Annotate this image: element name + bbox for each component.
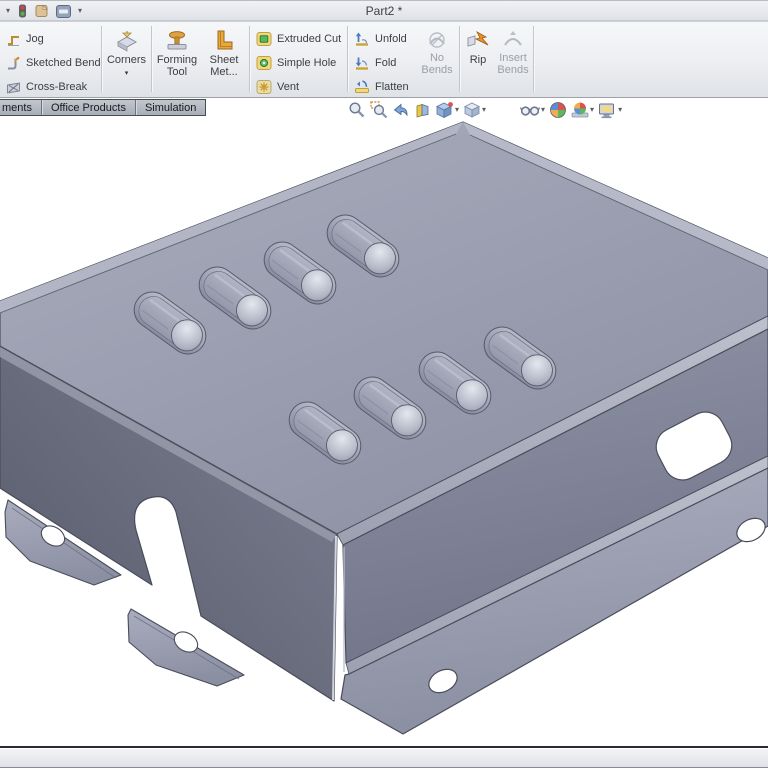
rip-label: Rip <box>469 54 487 66</box>
extruded-cut-icon <box>256 32 272 46</box>
document-title: Part2 * <box>365 4 403 18</box>
flatten-button[interactable]: Flatten <box>350 76 409 98</box>
forming-tool-label-1: Forming <box>156 54 198 66</box>
insert-bends-icon <box>504 31 522 46</box>
simple-hole-button[interactable]: Simple Hole <box>252 52 336 74</box>
edit-appearance-button[interactable] <box>549 101 567 119</box>
apply-scene-icon <box>571 102 589 118</box>
sketched-bend-icon <box>8 56 20 69</box>
rip-button[interactable]: Rip <box>463 25 493 95</box>
chevron-down-icon[interactable]: ▾ <box>590 106 594 114</box>
no-bends-button[interactable]: No Bends <box>416 25 458 95</box>
simple-hole-icon <box>256 56 272 70</box>
corners-icon <box>116 31 137 52</box>
view-orientation-button[interactable]: ▾ <box>435 101 459 119</box>
vent-button[interactable]: Vent <box>252 76 299 98</box>
fold-button[interactable]: Fold <box>350 52 396 74</box>
view-settings-icon <box>599 103 615 118</box>
extruded-cut-button[interactable]: Extruded Cut <box>252 28 341 50</box>
cross-break-label: Cross-Break <box>26 81 88 93</box>
sketched-bend-button[interactable]: Sketched Bend <box>2 52 101 74</box>
corners-label: Corners <box>106 54 147 66</box>
chevron-down-icon[interactable]: ▾ <box>482 106 486 114</box>
cross-break-button[interactable]: Cross-Break <box>2 76 87 98</box>
hide-show-items-button[interactable]: ▾ <box>520 102 545 118</box>
corners-button[interactable]: Corners ▾ <box>104 25 149 95</box>
forming-tool-button[interactable]: Forming Tool <box>154 25 200 95</box>
no-bends-label-2: Bends <box>421 64 453 76</box>
section-view-button[interactable] <box>414 102 431 119</box>
sheet-metal-button[interactable]: Sheet Met... <box>201 25 247 95</box>
zoom-to-fit-icon <box>349 102 365 118</box>
zoom-to-fit-button[interactable] <box>348 101 366 119</box>
chevron-down-icon[interactable]: ▾ <box>104 69 149 77</box>
sketched-bend-label: Sketched Bend <box>26 57 101 69</box>
sheet-metal-label-2: Met... <box>210 66 238 78</box>
ribbon-separator <box>151 26 152 92</box>
forming-tool-label-2: Tool <box>166 66 188 78</box>
display-style-icon <box>464 102 480 118</box>
unfold-label: Unfold <box>375 33 407 45</box>
ribbon-separator <box>459 26 460 92</box>
chevron-down-icon[interactable]: ▾ <box>618 106 622 114</box>
jog-button[interactable]: Jog <box>2 28 44 50</box>
hide-show-items-glasses-icon <box>520 106 541 116</box>
ribbon-separator <box>347 26 348 92</box>
vent-icon <box>256 80 272 94</box>
view-orientation-icon <box>436 102 453 119</box>
forming-tool-icon <box>167 31 187 50</box>
jog-label: Jog <box>26 33 44 45</box>
unfold-icon <box>355 32 368 46</box>
flatten-icon <box>355 80 369 93</box>
insert-bends-button[interactable]: Insert Bends <box>494 25 532 95</box>
insert-bends-label-2: Bends <box>497 64 529 76</box>
jog-icon <box>8 35 19 46</box>
chevron-down-icon[interactable]: ▾ <box>541 106 545 114</box>
no-bends-label-1: No <box>429 52 445 64</box>
view-settings-button[interactable]: ▾ <box>598 102 622 119</box>
ribbon-separator <box>101 26 102 92</box>
no-bends-icon <box>429 32 445 48</box>
zoom-to-area-button[interactable] <box>370 101 388 119</box>
previous-view-icon <box>393 103 408 117</box>
previous-view-button[interactable] <box>392 101 410 119</box>
ribbon-separator <box>249 26 250 92</box>
commandmanager-tabs: ments Office Products Simulation <box>0 99 207 116</box>
flatten-label: Flatten <box>375 81 409 93</box>
display-style-button[interactable]: ▾ <box>463 101 486 119</box>
solidworks-window: ▾ ▾ Part2 * Jog Sketched Bend Cross-Brea… <box>0 0 768 768</box>
sheet-metal-label-1: Sheet <box>209 54 239 66</box>
heads-up-view-toolbar: ▾ ▾ ▾ ▾ ▾ <box>348 100 622 120</box>
sheet-metal-icon <box>217 30 233 50</box>
fold-label: Fold <box>375 57 397 69</box>
vent-label: Vent <box>277 81 300 93</box>
edit-appearance-icon <box>550 102 566 118</box>
section-view-icon <box>416 103 429 118</box>
ribbon-separator <box>533 26 534 92</box>
unfold-button[interactable]: Unfold <box>350 28 407 50</box>
extruded-cut-label: Extruded Cut <box>277 33 342 45</box>
rip-icon <box>467 31 489 47</box>
cross-break-icon <box>7 81 20 94</box>
fold-icon <box>355 57 368 70</box>
title-bar: ▾ ▾ Part2 * <box>0 0 768 21</box>
tab-simulation[interactable]: Simulation <box>134 100 205 115</box>
chevron-down-icon[interactable]: ▾ <box>455 106 459 114</box>
commandmanager-ribbon: Jog Sketched Bend Cross-Break Corners ▾ … <box>0 21 768 98</box>
insert-bends-label-1: Insert <box>499 52 527 64</box>
apply-scene-button[interactable]: ▾ <box>571 101 594 119</box>
part-3d-model[interactable] <box>0 98 768 746</box>
status-bar <box>0 746 768 768</box>
graphics-viewport[interactable]: ments Office Products Simulation ▾ ▾ ▾ ▾… <box>0 98 768 746</box>
simple-hole-label: Simple Hole <box>277 57 337 69</box>
tab-clipped[interactable]: ments <box>0 100 41 115</box>
zoom-to-area-icon <box>370 101 388 119</box>
tab-office-products[interactable]: Office Products <box>40 100 135 115</box>
